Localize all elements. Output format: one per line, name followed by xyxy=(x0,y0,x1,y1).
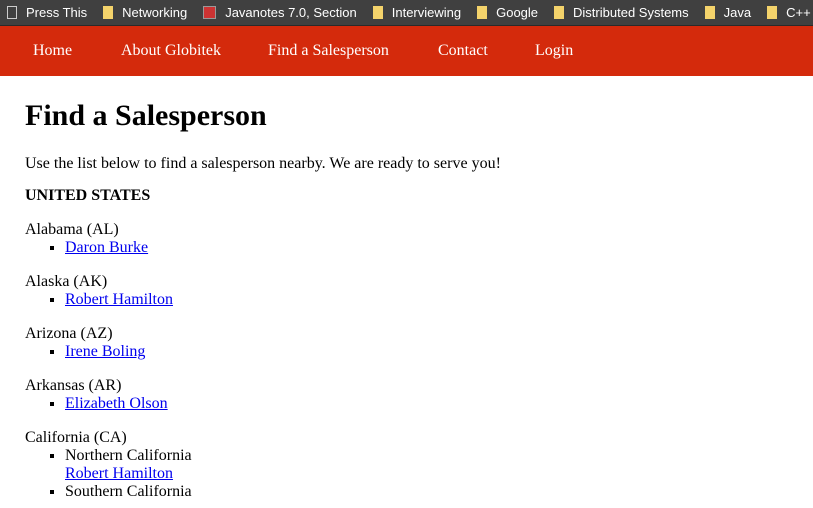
state-entry: California (CA)Northern CaliforniaRobert… xyxy=(25,429,788,501)
folder-icon xyxy=(477,6,488,19)
nav-home[interactable]: Home xyxy=(33,42,72,60)
salesperson-list: Robert Hamilton xyxy=(25,291,788,309)
salesperson-link[interactable]: Elizabeth Olson xyxy=(65,395,168,412)
region-name: Southern California xyxy=(65,483,192,500)
salesperson-link[interactable]: Robert Hamilton xyxy=(65,465,173,482)
folder-icon xyxy=(554,6,565,19)
bookmarks-bar: Press This Networking Javanotes 7.0, Secti… xyxy=(0,0,813,26)
state-entry: Arizona (AZ)Irene Boling xyxy=(25,325,788,361)
state-name: Alabama (AL) xyxy=(25,221,119,238)
salesperson-list: Elizabeth Olson xyxy=(25,395,788,413)
bookmark-label: Google xyxy=(496,5,539,20)
bookmark-label: Networking xyxy=(122,5,188,20)
bookmark-item[interactable]: Interviewing xyxy=(372,5,462,20)
nav-find-salesperson[interactable]: Find a Salesperson xyxy=(268,42,389,60)
state-name: California (CA) xyxy=(25,429,127,446)
salesperson-link[interactable]: Daron Burke xyxy=(65,239,148,256)
bookmark-item[interactable]: Press This xyxy=(7,5,87,20)
java-icon xyxy=(203,6,217,19)
state-entry: Alaska (AK)Robert Hamilton xyxy=(25,273,788,309)
page-icon xyxy=(7,6,17,19)
bookmark-item[interactable]: Java xyxy=(704,5,752,20)
salesperson-list: Irene Boling xyxy=(25,343,788,361)
content: Find a Salesperson Use the list below to… xyxy=(0,99,813,501)
state-entry: Alabama (AL)Daron Burke xyxy=(25,221,788,257)
salesperson-item: Robert Hamilton xyxy=(65,291,788,309)
nav-about[interactable]: About Globitek xyxy=(121,42,221,60)
state-list: Alabama (AL)Daron BurkeAlaska (AK)Robert… xyxy=(25,221,788,501)
salesperson-link[interactable]: Irene Boling xyxy=(65,343,145,360)
bookmark-item[interactable]: C++ xyxy=(767,5,811,20)
bookmark-item[interactable]: Networking xyxy=(103,5,187,20)
bookmark-label: Java xyxy=(723,5,752,20)
folder-icon xyxy=(103,6,114,19)
salesperson-item: Northern CaliforniaRobert Hamilton xyxy=(65,447,788,483)
state-name: Arkansas (AR) xyxy=(25,377,122,394)
main-nav: Home About Globitek Find a Salesperson C… xyxy=(0,26,813,76)
salesperson-item: Southern California xyxy=(65,483,788,501)
nav-login[interactable]: Login xyxy=(535,42,573,60)
state-name: Alaska (AK) xyxy=(25,273,108,290)
state-entry: Arkansas (AR)Elizabeth Olson xyxy=(25,377,788,413)
salesperson-list: Northern CaliforniaRobert HamiltonSouthe… xyxy=(25,447,788,501)
salesperson-link[interactable]: Robert Hamilton xyxy=(65,291,173,308)
page-title: Find a Salesperson xyxy=(25,99,267,132)
salesperson-item: Irene Boling xyxy=(65,343,788,361)
salesperson-item: Elizabeth Olson xyxy=(65,395,788,413)
intro-text: Use the list below to find a salesperson… xyxy=(25,155,501,172)
folder-icon xyxy=(372,6,383,19)
salesperson-list: Daron Burke xyxy=(25,239,788,257)
salesperson-item: Daron Burke xyxy=(65,239,788,257)
bookmark-item[interactable]: Google xyxy=(477,5,538,20)
bookmark-item[interactable]: Javanotes 7.0, Section xyxy=(203,5,357,20)
folder-icon xyxy=(767,6,778,19)
folder-icon xyxy=(704,6,715,19)
bookmark-label: Distributed Systems xyxy=(573,5,689,20)
bookmark-label: C++ xyxy=(786,5,811,20)
region-name: Northern California xyxy=(65,447,192,464)
state-name: Arizona (AZ) xyxy=(25,325,113,342)
bookmark-label: Press This xyxy=(26,5,88,20)
nav-contact[interactable]: Contact xyxy=(438,42,488,60)
bookmark-label: Interviewing xyxy=(391,5,462,20)
country-heading: UNITED STATES xyxy=(25,187,151,204)
bookmark-item[interactable]: Distributed Systems xyxy=(554,5,689,20)
bookmark-label: Javanotes 7.0, Section xyxy=(225,5,357,20)
